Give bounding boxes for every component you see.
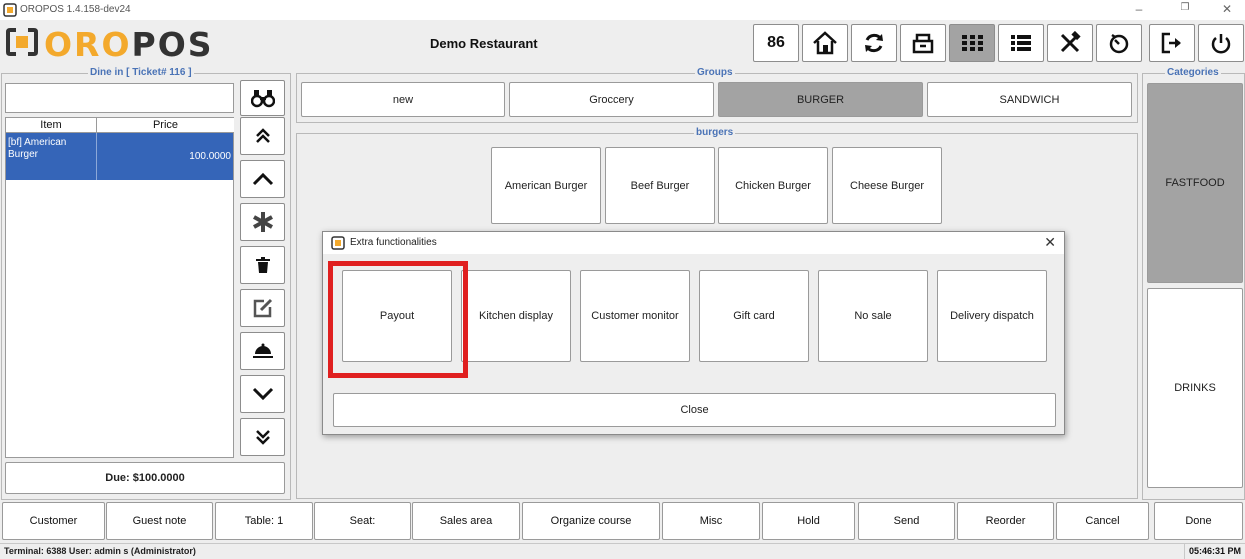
tools-icon[interactable] [1047, 24, 1093, 62]
group-sandwich-button[interactable]: SANDWICH [927, 82, 1132, 117]
logo-mark-icon [6, 27, 38, 57]
gift-card-button[interactable]: Gift card [699, 270, 809, 362]
hold-button[interactable]: Hold [762, 502, 855, 540]
menu-item-chicken-burger[interactable]: Chicken Burger [718, 147, 828, 224]
minimize-button[interactable]: – [1124, 2, 1154, 16]
groups-title: Groups [695, 66, 735, 80]
binoculars-icon[interactable] [240, 80, 285, 116]
list-icon[interactable] [998, 24, 1044, 62]
dialog-title-bar: Extra functionalities ✕ [323, 232, 1064, 254]
item-name: [bf] American Burger [8, 137, 67, 160]
window-title: OROPOS 1.4.158-dev24 [20, 4, 131, 15]
group-burger-button[interactable]: BURGER [718, 82, 923, 117]
window-title-bar: OROPOS 1.4.158-dev24 – ❐ ✕ [0, 0, 1245, 20]
scroll-top-icon[interactable] [240, 117, 285, 155]
app-icon [331, 236, 345, 250]
close-icon[interactable]: ✕ [1044, 234, 1056, 251]
timer-icon[interactable] [1096, 24, 1142, 62]
sales-area-button[interactable]: Sales area [412, 502, 520, 540]
menu-item-american-burger[interactable]: American Burger [491, 147, 601, 224]
categories-title: Categories [1165, 66, 1221, 80]
power-icon[interactable] [1198, 24, 1244, 62]
customer-button[interactable]: Customer [2, 502, 105, 540]
menu-item-cheese-burger[interactable]: Cheese Burger [832, 147, 942, 224]
category-fastfood-button[interactable]: FASTFOOD [1147, 83, 1243, 283]
status-bar: Terminal: 6388 User: admin s (Administra… [0, 543, 1245, 559]
kitchen-display-button[interactable]: Kitchen display [461, 270, 571, 362]
ticket-title: Dine in [ Ticket# 116 ] [88, 66, 194, 80]
asterisk-icon[interactable] [240, 203, 285, 241]
organize-course-button[interactable]: Organize course [522, 502, 660, 540]
ticket-search-input[interactable] [5, 83, 234, 113]
send-button[interactable]: Send [858, 502, 955, 540]
item-price: 100.0000 [189, 151, 231, 162]
logo: OROPOS [44, 25, 214, 64]
payout-highlight-box [328, 261, 468, 378]
menu-title: burgers [694, 126, 736, 140]
scroll-bottom-icon[interactable] [240, 418, 285, 456]
dialog-title: Extra functionalities [350, 237, 437, 248]
delete-icon[interactable] [240, 246, 285, 284]
cancel-button[interactable]: Cancel [1056, 502, 1149, 540]
refresh-icon[interactable] [851, 24, 897, 62]
seat-button[interactable]: Seat: [314, 502, 411, 540]
cashdrawer-icon[interactable] [900, 24, 946, 62]
due-amount: Due: $100.0000 [5, 462, 285, 494]
menu-item-beef-burger[interactable]: Beef Burger [605, 147, 715, 224]
column-header-item: Item [6, 118, 97, 133]
reorder-button[interactable]: Reorder [957, 502, 1054, 540]
edit-icon[interactable] [240, 289, 285, 327]
table-button[interactable]: Table: 1 [215, 502, 313, 540]
table-row[interactable]: [bf] American Burger 100.0000 [6, 133, 233, 180]
guest-note-button[interactable]: Guest note [106, 502, 213, 540]
terminal-user-info: Terminal: 6388 User: admin s (Administra… [4, 546, 196, 556]
count-86-button[interactable]: 86 [753, 24, 799, 62]
misc-button[interactable]: Misc [662, 502, 760, 540]
app-icon [3, 3, 17, 17]
delivery-dispatch-button[interactable]: Delivery dispatch [937, 270, 1047, 362]
scroll-down-icon[interactable] [240, 375, 285, 413]
customer-monitor-button[interactable]: Customer monitor [580, 270, 690, 362]
clock: 05:46:31 PM [1183, 544, 1245, 559]
header: OROPOS Demo Restaurant 86 [0, 20, 1245, 64]
close-window-button[interactable]: ✕ [1212, 2, 1242, 16]
home-icon[interactable] [802, 24, 848, 62]
restore-button[interactable]: ❐ [1170, 2, 1200, 13]
restaurant-name: Demo Restaurant [430, 36, 538, 51]
done-button[interactable]: Done [1154, 502, 1243, 540]
scroll-up-icon[interactable] [240, 160, 285, 198]
cloche-icon[interactable] [240, 332, 285, 370]
dialog-close-button[interactable]: Close [333, 393, 1056, 427]
ticket-items-table: Item Price [bf] American Burger 100.0000 [5, 117, 234, 458]
category-drinks-button[interactable]: DRINKS [1147, 288, 1243, 488]
logout-icon[interactable] [1149, 24, 1195, 62]
no-sale-button[interactable]: No sale [818, 270, 928, 362]
group-new-button[interactable]: new [301, 82, 505, 117]
group-groccery-button[interactable]: Groccery [509, 82, 714, 117]
grid-icon[interactable] [949, 24, 995, 62]
column-header-price: Price [97, 118, 234, 133]
